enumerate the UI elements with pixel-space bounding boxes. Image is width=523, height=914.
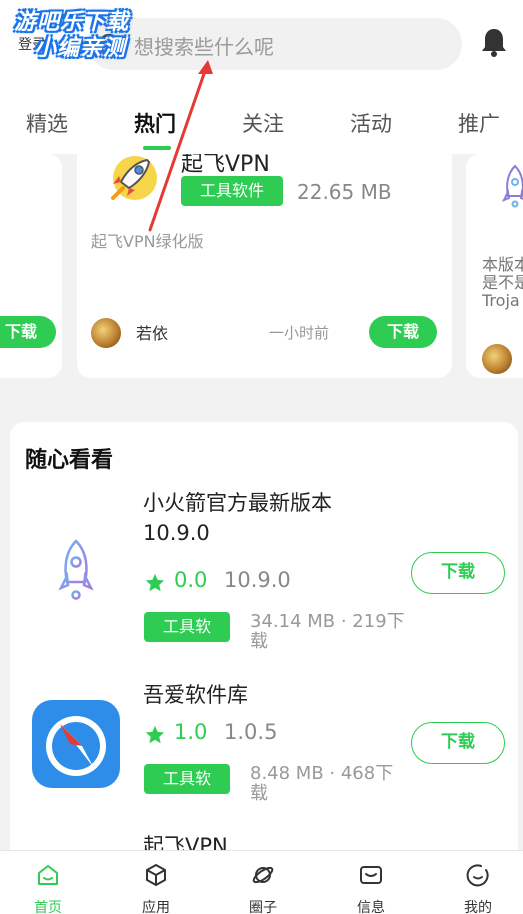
featured-carousel: 下载 起飞VPN 工具软件 22.65 MB 起飞VPN绿化版 若依 一小时前 … <box>0 154 523 394</box>
app-meta: 8.48 MB · 468下载 <box>250 763 394 804</box>
app-description: 起飞VPN绿化版 <box>91 232 204 251</box>
search-placeholder: 想搜索些什么呢 <box>134 35 274 59</box>
nav-label: 首页 <box>34 900 62 914</box>
tab-hot[interactable]: 热门 <box>134 108 176 138</box>
random-picks-section: 随心看看 小火箭官方最新版本10.9.0 0.0 10.9.0 工具软 34.1… <box>10 422 518 872</box>
nav-messages[interactable]: 信息 <box>331 851 411 914</box>
app-version: 1.0.5 <box>224 720 278 744</box>
user-avatar[interactable] <box>91 318 121 348</box>
tab-events[interactable]: 活动 <box>350 108 392 138</box>
nav-profile[interactable]: 我的 <box>438 851 518 914</box>
app-icon-rocket-icon <box>103 154 163 210</box>
download-button[interactable]: 下载 <box>369 316 437 348</box>
search-bar[interactable]: 想搜索些什么呢 <box>88 18 462 70</box>
tab-promotion[interactable]: 推广 <box>458 108 500 138</box>
carousel-card-current[interactable]: 起飞VPN 工具软件 22.65 MB 起飞VPN绿化版 若依 一小时前 下载 <box>77 154 452 378</box>
app-meta: 34.14 MB · 219下载 <box>250 611 405 652</box>
message-icon <box>359 863 383 891</box>
tab-featured[interactable]: 精选 <box>26 108 68 138</box>
category-tag: 工具软件 <box>181 176 283 206</box>
carousel-card-previous[interactable]: 下载 <box>0 154 62 378</box>
category-tag: 工具软 <box>144 764 230 794</box>
app-version: 10.9.0 <box>224 568 291 592</box>
nav-label: 我的 <box>464 900 492 914</box>
bottom-navigation: 首页 应用 圈子 信息 我的 <box>0 850 523 914</box>
app-rating: 0.0 <box>174 568 208 592</box>
nav-apps[interactable]: 应用 <box>116 851 196 914</box>
rocket-icon <box>501 164 523 220</box>
tab-following[interactable]: 关注 <box>242 108 284 138</box>
user-avatar[interactable] <box>482 344 512 374</box>
carousel-card-next[interactable]: 本版本 是不是 Troja <box>466 154 523 378</box>
nav-home[interactable]: 首页 <box>8 851 88 914</box>
compass-icon <box>30 698 122 794</box>
rocket-icon <box>58 538 94 612</box>
username[interactable]: 若依 <box>136 320 168 344</box>
section-title: 随心看看 <box>25 448 114 473</box>
app-rating: 1.0 <box>174 720 208 744</box>
star-icon <box>144 724 166 750</box>
app-screen: 登录 想搜索些什么呢 游吧乐下载 小编亲测 精选 热门 关注 活动 推广 下载 <box>0 0 523 914</box>
post-time: 一小时前 <box>269 324 330 342</box>
nav-circle[interactable]: 圈子 <box>223 851 303 914</box>
download-button[interactable]: 下载 <box>411 722 505 764</box>
box-icon <box>144 863 168 891</box>
planet-icon <box>251 863 275 891</box>
top-bar: 登录 想搜索些什么呢 游吧乐下载 小编亲测 <box>0 0 523 88</box>
profile-icon <box>466 863 490 891</box>
app-name: 吾爱软件库 <box>143 683 248 707</box>
category-tag: 工具软 <box>144 612 230 642</box>
star-icon <box>144 572 166 598</box>
download-button[interactable]: 下载 <box>411 552 505 594</box>
app-name: 小火箭官方最新版本10.9.0 <box>143 491 332 545</box>
watermark-logo: 游吧乐下载 小编亲测 <box>14 10 130 61</box>
file-size: 22.65 MB <box>297 180 392 204</box>
nav-label: 圈子 <box>249 900 277 914</box>
nav-label: 信息 <box>357 900 385 914</box>
nav-label: 应用 <box>142 900 170 914</box>
download-button[interactable]: 下载 <box>0 316 56 348</box>
active-tab-indicator <box>143 146 171 150</box>
app-name: 起飞VPN <box>181 154 270 177</box>
app-description: 本版本 是不是 Troja <box>482 255 523 310</box>
home-icon <box>36 863 60 891</box>
category-tabs: 精选 热门 关注 活动 推广 <box>0 88 523 154</box>
notification-bell-icon[interactable] <box>480 26 508 62</box>
